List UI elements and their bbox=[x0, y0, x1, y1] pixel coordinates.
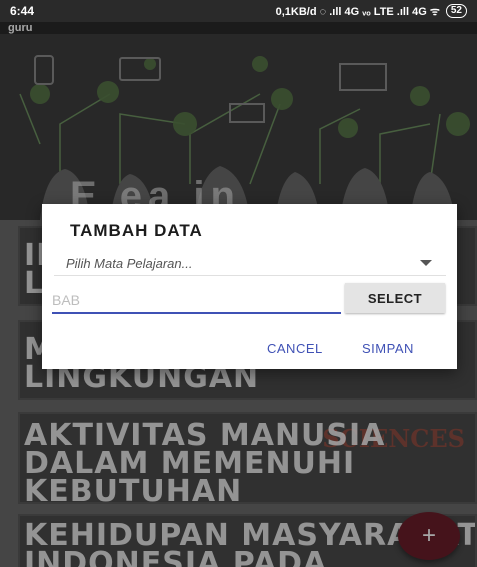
subject-spinner-text: Pilih Mata Pelajaran... bbox=[66, 256, 193, 271]
dialog-title: TAMBAH DATA bbox=[70, 221, 203, 240]
add-data-dialog: TAMBAH DATA Pilih Mata Pelajaran... SELE… bbox=[42, 204, 457, 369]
save-button[interactable]: SIMPAN bbox=[362, 341, 414, 356]
battery-icon: 52 bbox=[445, 4, 467, 18]
select-button[interactable]: SELECT bbox=[345, 283, 445, 313]
status-bar: 6:44 0,1KB/d ◌ .ıll 4G ᵥₒ LTE .ıll 4G ᯤ … bbox=[0, 0, 477, 22]
cancel-button[interactable]: CANCEL bbox=[267, 341, 323, 356]
dropdown-arrow-icon bbox=[420, 260, 432, 266]
status-indicators-group: 0,1KB/d ◌ .ıll 4G ᵥₒ LTE .ıll 4G ᯤ 52 bbox=[276, 4, 467, 19]
status-time: 6:44 bbox=[10, 4, 35, 18]
bab-input[interactable] bbox=[52, 288, 341, 314]
status-indicators: 0,1KB/d ◌ .ıll 4G ᵥₒ LTE .ıll 4G ᯤ bbox=[275, 5, 440, 18]
subject-spinner[interactable]: Pilih Mata Pelajaran... bbox=[54, 246, 446, 276]
